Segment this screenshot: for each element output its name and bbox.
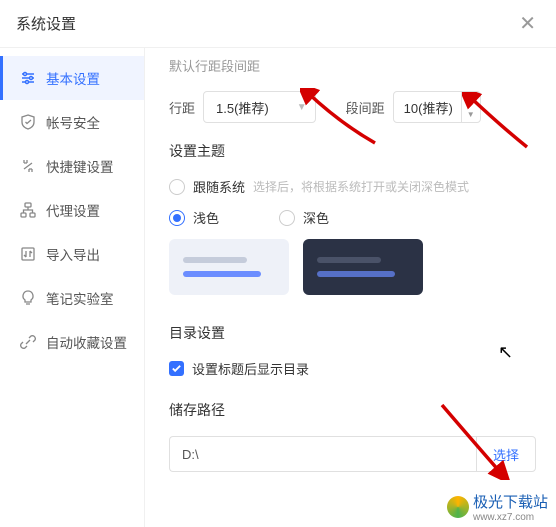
theme-preview-light[interactable] — [169, 239, 289, 295]
radio-light[interactable] — [169, 210, 185, 226]
radio-follow-system[interactable] — [169, 179, 185, 195]
section-spacing-title: 默认行距段间距 — [169, 56, 536, 75]
sidebar-item-import-export[interactable]: 导入导出 — [0, 232, 144, 276]
dialog-title: 系统设置 — [16, 13, 76, 34]
chevron-down-icon: ▼ — [297, 102, 307, 113]
sidebar-item-basic[interactable]: 基本设置 — [0, 56, 144, 100]
para-spacing-label: 段间距 — [346, 98, 385, 117]
sidebar-item-label: 笔记实验室 — [46, 288, 114, 308]
sidebar-item-label: 帐号安全 — [46, 112, 100, 132]
para-spacing-value: 10(推荐) — [404, 98, 453, 117]
checkbox-show-toc[interactable] — [169, 361, 184, 376]
sidebar-item-lab[interactable]: 笔记实验室 — [0, 276, 144, 320]
section-path-title: 储存路径 — [169, 400, 536, 420]
storage-path-input[interactable]: D:\ — [169, 436, 476, 472]
shield-icon — [20, 114, 36, 130]
sidebar-item-shortcuts[interactable]: 快捷键设置 — [0, 144, 144, 188]
checkbox-show-toc-label: 设置标题后显示目录 — [192, 359, 309, 378]
choose-path-button[interactable]: 选择 — [476, 436, 536, 472]
main-panel: 默认行距段间距 行距 1.5(推荐) ▼ 段间距 10(推荐) ▲ ▼ 设置主题… — [145, 48, 556, 527]
import-export-icon — [20, 246, 36, 262]
link-icon — [20, 334, 36, 350]
close-icon[interactable]: ✕ — [515, 7, 540, 40]
sidebar: 基本设置 帐号安全 快捷键设置 代理设置 导入导出 — [0, 48, 145, 527]
sidebar-item-autosave[interactable]: 自动收藏设置 — [0, 320, 144, 364]
radio-follow-system-label: 跟随系统 — [193, 177, 245, 196]
theme-follow-hint: 选择后，将根据系统打开或关闭深色模式 — [253, 178, 469, 195]
sidebar-item-label: 基本设置 — [46, 68, 100, 88]
section-dir-title: 目录设置 — [169, 323, 536, 343]
spinner-down-icon[interactable]: ▼ — [462, 107, 480, 123]
sidebar-item-label: 导入导出 — [46, 244, 100, 264]
sliders-icon — [20, 70, 36, 86]
radio-dark-label: 深色 — [303, 208, 329, 227]
para-spacing-input[interactable]: 10(推荐) ▲ ▼ — [393, 91, 481, 123]
sidebar-item-label: 代理设置 — [46, 200, 100, 220]
line-spacing-value: 1.5(推荐) — [216, 98, 269, 117]
section-theme-title: 设置主题 — [169, 141, 536, 161]
radio-dark[interactable] — [279, 210, 295, 226]
storage-path-value: D:\ — [182, 447, 199, 462]
theme-preview-dark[interactable] — [303, 239, 423, 295]
spinner-up-icon[interactable]: ▲ — [462, 91, 480, 107]
sidebar-item-label: 快捷键设置 — [46, 156, 114, 176]
keyboard-icon — [20, 158, 36, 174]
radio-light-label: 浅色 — [193, 208, 219, 227]
network-icon — [20, 202, 36, 218]
sidebar-item-label: 自动收藏设置 — [46, 332, 127, 352]
sidebar-item-proxy[interactable]: 代理设置 — [0, 188, 144, 232]
sidebar-item-account[interactable]: 帐号安全 — [0, 100, 144, 144]
line-spacing-select[interactable]: 1.5(推荐) ▼ — [203, 91, 316, 123]
bulb-icon — [20, 290, 36, 306]
line-spacing-label: 行距 — [169, 98, 195, 117]
